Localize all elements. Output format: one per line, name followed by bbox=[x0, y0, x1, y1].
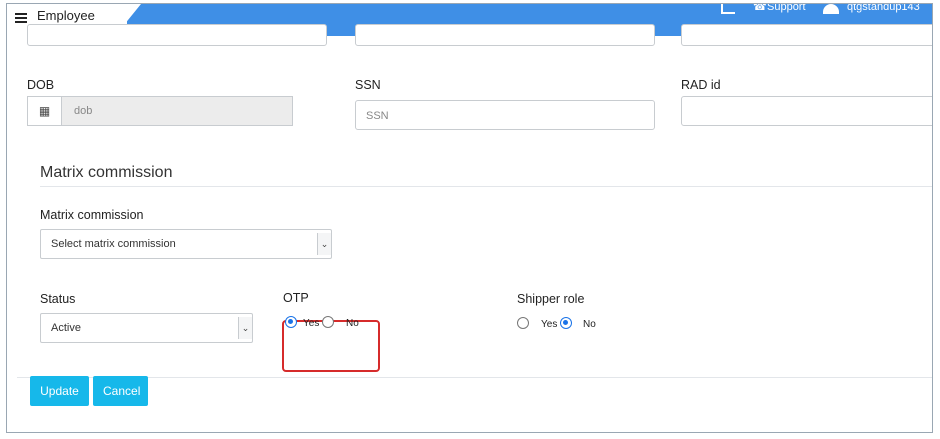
phone-icon[interactable]: ☎ bbox=[753, 4, 767, 13]
chevron-down-icon[interactable]: ⌄ bbox=[238, 317, 252, 339]
shipper-role-yes-radio[interactable] bbox=[517, 317, 529, 329]
cancel-button[interactable]: Cancel bbox=[93, 376, 148, 406]
matrix-commission-label: Matrix commission bbox=[40, 208, 144, 222]
ssn-placeholder: SSN bbox=[366, 110, 389, 122]
shipper-role-label: Shipper role bbox=[517, 292, 585, 306]
status-select[interactable]: Active ⌄ bbox=[40, 313, 253, 343]
ssn-label: SSN bbox=[355, 78, 381, 92]
section-divider bbox=[40, 186, 932, 187]
otp-label: OTP bbox=[283, 291, 309, 305]
otp-no-label: No bbox=[346, 318, 359, 329]
top-input-2[interactable] bbox=[355, 24, 655, 46]
support-link[interactable]: Support bbox=[767, 4, 806, 15]
user-icon[interactable] bbox=[823, 4, 839, 14]
chevron-down-icon[interactable]: ⌄ bbox=[317, 233, 331, 255]
top-input-3[interactable] bbox=[681, 24, 932, 46]
matrix-commission-select[interactable]: Select matrix commission ⌄ bbox=[40, 229, 332, 259]
status-value: Active bbox=[51, 322, 81, 334]
calendar-icon[interactable]: ▦ bbox=[28, 97, 62, 125]
update-button[interactable]: Update bbox=[30, 376, 89, 406]
dob-value: dob bbox=[74, 105, 93, 117]
otp-highlight bbox=[282, 320, 380, 372]
shipper-role-no-radio[interactable] bbox=[560, 317, 572, 329]
status-label: Status bbox=[40, 292, 76, 306]
otp-no-radio[interactable] bbox=[322, 316, 334, 328]
rad-id-input[interactable] bbox=[681, 96, 932, 126]
shipper-role-yes-label: Yes bbox=[541, 319, 558, 330]
menu-icon[interactable] bbox=[15, 13, 27, 23]
otp-yes-radio[interactable] bbox=[285, 316, 297, 328]
rad-id-label: RAD id bbox=[681, 78, 721, 92]
section-title: Matrix commission bbox=[40, 164, 173, 181]
dob-field[interactable]: ▦ dob bbox=[27, 96, 293, 126]
tab-title: Employee bbox=[37, 8, 95, 23]
chart-icon[interactable] bbox=[721, 4, 735, 14]
username[interactable]: qtgstandup143 bbox=[847, 4, 920, 15]
ssn-input[interactable]: SSN bbox=[355, 100, 655, 130]
shipper-role-no-label: No bbox=[583, 319, 596, 330]
app-window: Employee ☎ Support qtgstandup143 DOB ▦ d… bbox=[6, 3, 933, 433]
form-panel: DOB ▦ dob SSN SSN RAD id Matrix commissi… bbox=[17, 24, 932, 378]
otp-yes-label: Yes bbox=[303, 318, 320, 329]
matrix-commission-value: Select matrix commission bbox=[51, 238, 176, 250]
top-input-1[interactable] bbox=[27, 24, 327, 46]
dob-label: DOB bbox=[27, 78, 55, 92]
